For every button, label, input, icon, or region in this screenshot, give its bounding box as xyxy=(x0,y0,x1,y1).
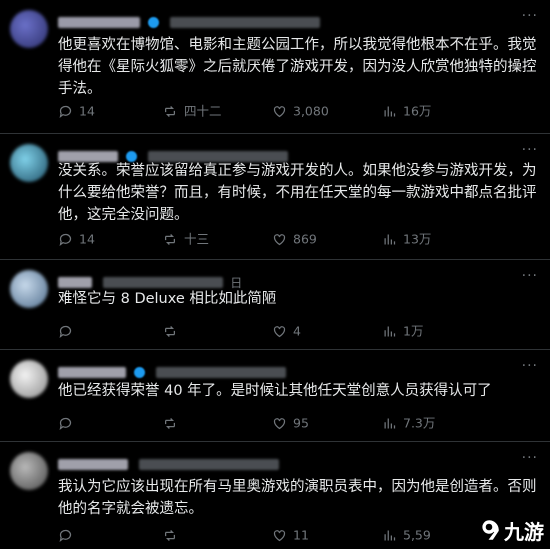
reply-post[interactable]: ··· 我认为它应该出现在所有马里奥游戏的演职员表中，因为他是创造者。否则他的名… xyxy=(0,442,550,549)
repost-icon xyxy=(165,418,175,429)
author-name[interactable] xyxy=(58,17,140,28)
reply-icon xyxy=(59,325,72,338)
post-header: 日 xyxy=(58,272,538,290)
reply-feed: ··· 他更喜欢在博物馆、电影和主题公园工作，所以我觉得他根本不在乎。我觉得他在… xyxy=(0,0,550,549)
reply-icon xyxy=(59,105,72,118)
avatar[interactable] xyxy=(10,10,48,48)
repost-button[interactable]: 十三 xyxy=(162,230,209,248)
more-options-icon[interactable]: ··· xyxy=(522,358,538,374)
views-button[interactable]: 16万 xyxy=(382,102,431,120)
post-actions: 4 1万 xyxy=(58,322,538,340)
repost-button[interactable] xyxy=(162,414,184,432)
author-handle[interactable] xyxy=(139,459,280,470)
post-text: 他已经获得荣誉 40 年了。是时候让其他任天堂创意人员获得认可了 xyxy=(58,383,492,399)
author-name[interactable] xyxy=(58,367,126,378)
reply-button[interactable]: 14 xyxy=(58,102,95,120)
post-text: 难怪它与 8 Deluxe 相比如此简陋 xyxy=(58,291,277,307)
reply-icon xyxy=(59,233,72,246)
repost-button[interactable] xyxy=(162,322,184,340)
reply-count: 14 xyxy=(79,103,95,119)
post-header xyxy=(58,12,538,28)
more-options-icon[interactable]: ··· xyxy=(522,142,538,158)
view-count: 7.3万 xyxy=(403,415,436,431)
views-icon xyxy=(384,234,396,245)
like-count: 11 xyxy=(293,527,309,543)
nine-game-logo-icon xyxy=(481,519,500,541)
like-button[interactable]: 4 xyxy=(272,322,301,340)
verified-badge-icon xyxy=(134,367,146,378)
more-options-icon[interactable]: ··· xyxy=(522,268,538,284)
views-icon xyxy=(384,418,396,429)
views-button[interactable]: 7.3万 xyxy=(382,414,435,432)
views-icon xyxy=(384,530,396,541)
view-count: 16万 xyxy=(403,103,432,119)
reply-icon xyxy=(59,417,72,430)
like-button[interactable]: 95 xyxy=(272,414,309,432)
heart-icon xyxy=(273,530,286,542)
repost-icon xyxy=(165,234,175,245)
repost-button[interactable] xyxy=(162,526,184,544)
post-header xyxy=(58,362,538,378)
post-actions: 11 5,59 xyxy=(58,526,538,544)
avatar[interactable] xyxy=(10,360,48,398)
watermark-text: 九游 xyxy=(504,519,544,544)
author-name[interactable] xyxy=(58,277,92,288)
verified-badge-icon xyxy=(148,17,160,28)
repost-icon xyxy=(165,106,175,117)
author-handle[interactable] xyxy=(156,367,287,378)
avatar[interactable] xyxy=(10,144,48,182)
post-actions: 14 十三 869 13万 xyxy=(58,230,538,248)
heart-icon xyxy=(273,326,286,338)
author-handle[interactable] xyxy=(103,277,224,288)
views-button[interactable]: 1万 xyxy=(382,322,423,340)
views-icon xyxy=(384,106,396,117)
repost-count: 四十二 xyxy=(184,103,222,119)
author-name[interactable] xyxy=(58,459,128,470)
views-button[interactable]: 13万 xyxy=(382,230,431,248)
views-button[interactable]: 5,59 xyxy=(382,526,431,544)
view-count: 1万 xyxy=(403,323,424,339)
like-button[interactable]: 3,080 xyxy=(272,102,329,120)
post-text: 他更喜欢在博物馆、电影和主题公园工作，所以我觉得他根本不在乎。我觉得他在《星际火… xyxy=(58,37,537,97)
reply-button[interactable] xyxy=(58,414,79,432)
reply-count: 14 xyxy=(79,231,95,247)
like-count: 4 xyxy=(293,323,301,339)
reply-button[interactable] xyxy=(58,322,79,340)
author-handle[interactable] xyxy=(170,17,321,28)
reply-button[interactable]: 14 xyxy=(58,230,95,248)
post-actions: 95 7.3万 xyxy=(58,414,538,432)
like-button[interactable]: 869 xyxy=(272,230,317,248)
reply-post[interactable]: ··· 他已经获得荣誉 40 年了。是时候让其他任天堂创意人员获得认可了 95 … xyxy=(0,350,550,442)
repost-count: 十三 xyxy=(184,231,210,247)
repost-button[interactable]: 四十二 xyxy=(162,102,222,120)
like-button[interactable]: 11 xyxy=(272,526,309,544)
avatar[interactable] xyxy=(10,270,48,308)
reply-button[interactable] xyxy=(58,526,79,544)
view-count: 5,59 xyxy=(403,527,431,543)
repost-icon xyxy=(165,530,175,541)
post-actions: 14 四十二 3,080 16万 xyxy=(58,102,538,120)
like-count: 869 xyxy=(293,231,317,247)
heart-icon xyxy=(273,418,286,430)
reply-post[interactable]: 日 ··· 难怪它与 8 Deluxe 相比如此简陋 4 1万 xyxy=(0,260,550,350)
views-icon xyxy=(384,326,396,337)
like-count: 95 xyxy=(293,415,309,431)
watermark: 九游 xyxy=(476,515,544,545)
post-header xyxy=(58,454,538,470)
post-text: 没关系。荣誉应该留给真正参与游戏开发的人。如果他没参与游戏开发，为什么要给他荣誉… xyxy=(58,163,537,223)
heart-icon xyxy=(273,106,286,118)
reply-icon xyxy=(59,529,72,542)
reply-post[interactable]: ··· 他更喜欢在博物馆、电影和主题公园工作，所以我觉得他根本不在乎。我觉得他在… xyxy=(0,0,550,134)
reply-post[interactable]: ··· 没关系。荣誉应该留给真正参与游戏开发的人。如果他没参与游戏开发，为什么要… xyxy=(0,134,550,260)
avatar[interactable] xyxy=(10,452,48,490)
more-options-icon[interactable]: ··· xyxy=(522,450,538,466)
like-count: 3,080 xyxy=(293,103,329,119)
view-count: 13万 xyxy=(403,231,432,247)
more-options-icon[interactable]: ··· xyxy=(522,8,538,24)
repost-icon xyxy=(165,326,175,337)
heart-icon xyxy=(273,234,286,246)
post-text: 我认为它应该出现在所有马里奥游戏的演职员表中，因为他是创造者。否则他的名字就会被… xyxy=(58,479,537,517)
